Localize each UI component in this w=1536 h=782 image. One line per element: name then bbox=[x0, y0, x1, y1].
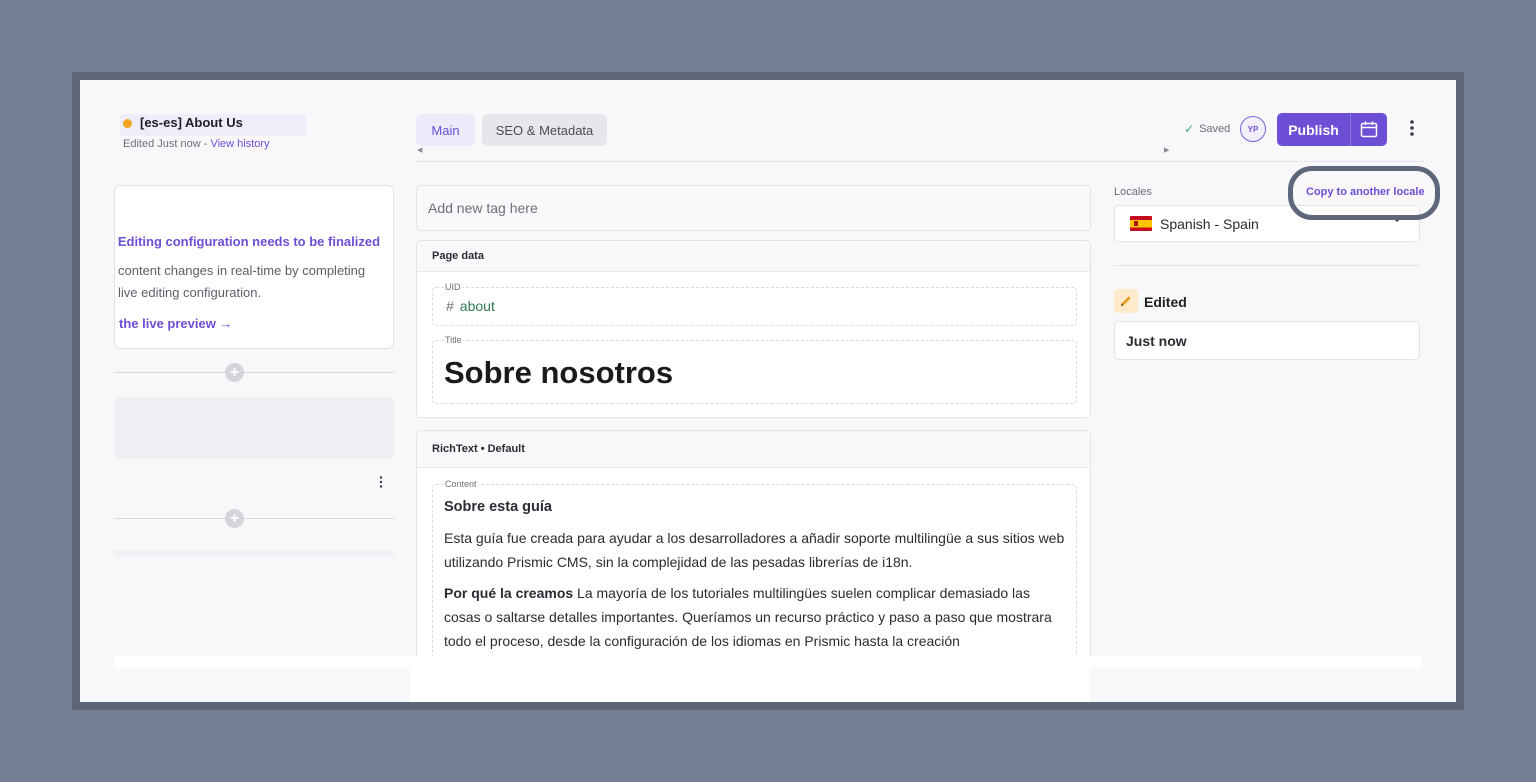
divider-line bbox=[114, 372, 394, 373]
calendar-icon[interactable] bbox=[1360, 121, 1378, 138]
uid-label: UID bbox=[444, 282, 462, 292]
draft-status-dot bbox=[123, 119, 132, 128]
content-bold-text: Por qué la creamos bbox=[444, 585, 574, 601]
selected-locale: Spanish - Spain bbox=[1160, 216, 1259, 232]
document-edited-info: Edited Just now - View history bbox=[123, 138, 270, 150]
plus-circle-icon[interactable]: + bbox=[225, 363, 244, 382]
slice-placeholder-faded bbox=[114, 550, 394, 556]
edited-time-text: Edited Just now - bbox=[123, 138, 211, 150]
kebab-menu-icon[interactable] bbox=[1406, 118, 1418, 138]
richtext-editor[interactable]: Sobre esta guía Esta guía fue creada par… bbox=[444, 495, 1069, 660]
highlight-ring bbox=[1288, 166, 1440, 220]
bottom-cutoff bbox=[410, 668, 1090, 702]
publish-button[interactable]: Publish bbox=[1277, 113, 1350, 146]
spain-flag-icon bbox=[1130, 216, 1152, 231]
title-field[interactable]: Title Sobre nosotros bbox=[432, 335, 1077, 404]
add-slice-divider: + bbox=[114, 509, 394, 529]
bottom-cutoff bbox=[114, 656, 1422, 668]
notice-text: content changes in real-time by completi… bbox=[118, 260, 365, 304]
header-divider bbox=[416, 161, 1424, 162]
live-preview-notice-card: e Editing configuration needs to be fina… bbox=[114, 185, 394, 349]
prismic-editor: [es-es] About Us Edited Just now - View … bbox=[80, 80, 1456, 702]
publish-divider bbox=[1350, 113, 1351, 146]
divider-line bbox=[114, 518, 394, 519]
saved-label: Saved bbox=[1199, 123, 1231, 135]
richtext-heading: RichText • Default bbox=[417, 431, 1090, 468]
tab-main[interactable]: Main bbox=[416, 114, 475, 146]
notice-line: content changes in real-time by completi… bbox=[118, 263, 366, 278]
avatar[interactable]: YP bbox=[1240, 116, 1266, 142]
richtext-card: RichText • Default Content Sobre esta gu… bbox=[416, 430, 1091, 670]
status-value: Just now bbox=[1114, 321, 1420, 360]
view-history-link[interactable]: View history bbox=[210, 138, 269, 150]
saved-indicator: ✓ Saved bbox=[1184, 122, 1230, 136]
uid-text: about bbox=[459, 298, 495, 314]
right-panel-divider bbox=[1114, 265, 1420, 266]
tag-input[interactable]: Add new tag here bbox=[416, 185, 1091, 231]
hash-icon: # bbox=[446, 298, 454, 314]
page-data-heading: Page data bbox=[417, 241, 1090, 272]
notice-line: live editing configuration. bbox=[118, 285, 262, 300]
content-paragraph: Por qué la creamos La mayoría de los tut… bbox=[444, 581, 1069, 653]
tab-seo-metadata[interactable]: SEO & Metadata bbox=[482, 114, 607, 146]
document-title: [es-es] About Us bbox=[140, 115, 243, 130]
content-heading: Sobre esta guía bbox=[444, 499, 552, 515]
publish-button-group: Publish bbox=[1277, 113, 1387, 146]
title-value: Sobre nosotros bbox=[444, 355, 674, 390]
pencil-icon bbox=[1114, 289, 1138, 313]
page-data-card: Page data UID # about Title Sobre nosotro… bbox=[416, 240, 1091, 418]
uid-value: # about bbox=[446, 298, 495, 314]
title-label: Title bbox=[444, 335, 463, 345]
check-icon: ✓ bbox=[1184, 122, 1195, 136]
content-label: Content bbox=[444, 479, 478, 489]
add-slice-divider: + bbox=[114, 363, 394, 383]
chevron-left-icon[interactable]: ◀ bbox=[417, 146, 422, 154]
chevron-right-icon[interactable]: ▶ bbox=[1164, 146, 1169, 154]
plus-circle-icon[interactable]: + bbox=[225, 509, 244, 528]
notice-title: e Editing configuration needs to be fina… bbox=[114, 234, 381, 249]
kebab-menu-icon[interactable] bbox=[377, 475, 385, 489]
uid-field[interactable]: UID # about bbox=[432, 282, 1077, 326]
content-paragraph: Esta guía fue creada para ayudar a los d… bbox=[444, 530, 1065, 570]
live-preview-link[interactable]: the live preview → bbox=[119, 316, 232, 331]
locales-label: Locales bbox=[1114, 186, 1152, 198]
content-field[interactable]: Content Sobre esta guía Esta guía fue cr… bbox=[432, 479, 1077, 669]
slice-placeholder[interactable] bbox=[114, 397, 394, 459]
status-label: Edited bbox=[1144, 294, 1187, 310]
